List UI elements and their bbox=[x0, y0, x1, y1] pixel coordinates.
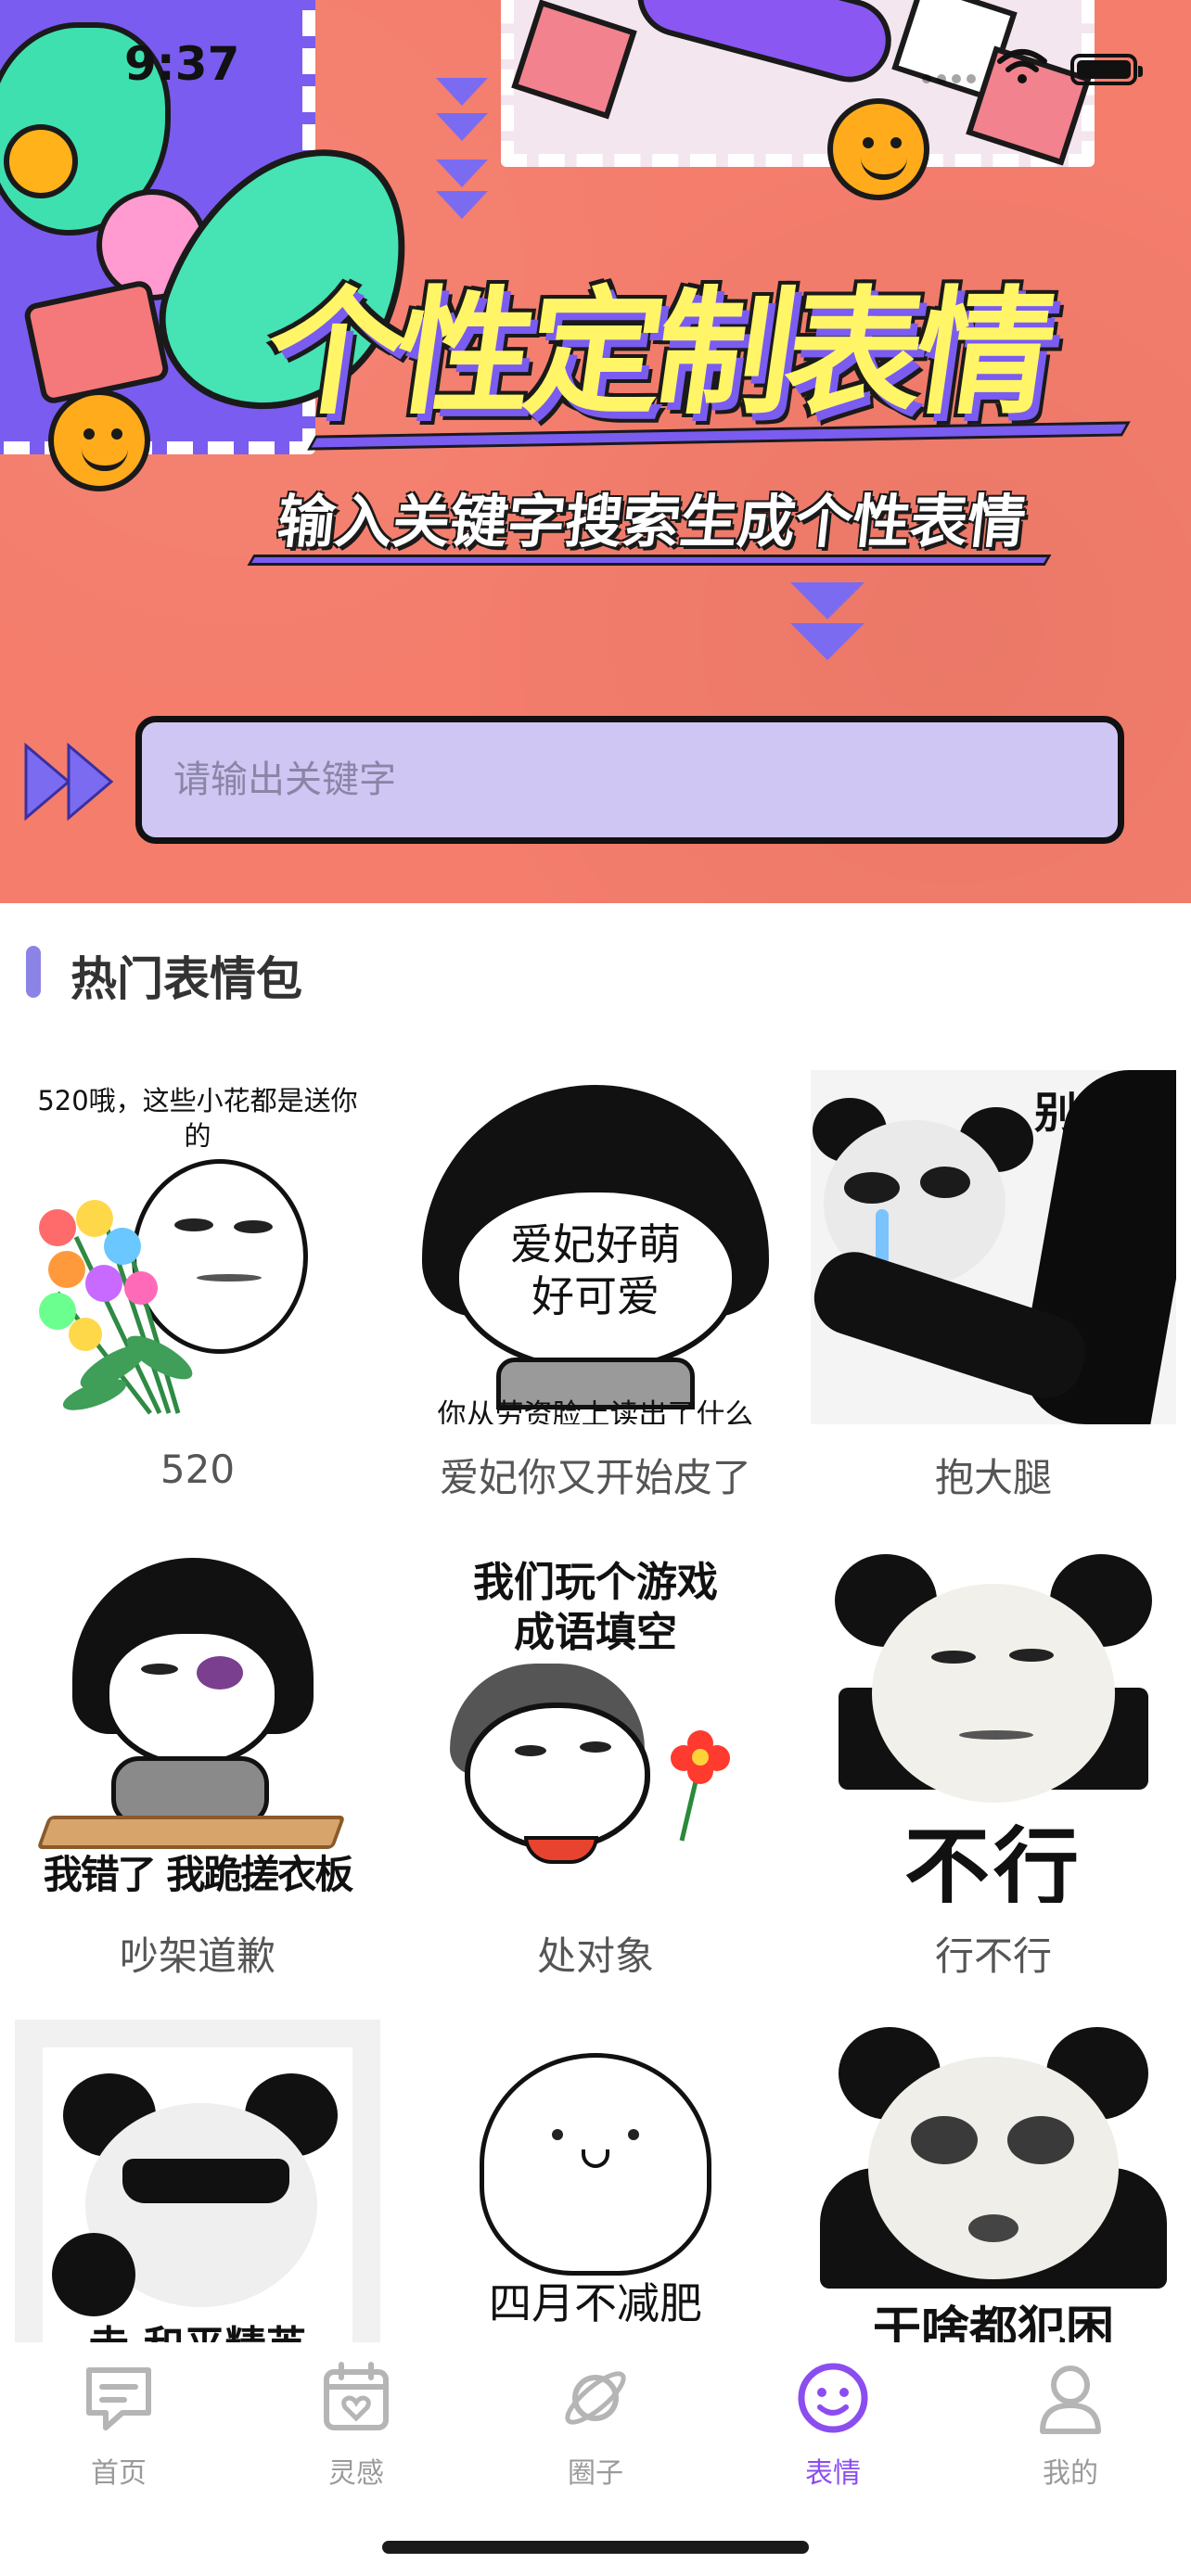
tab-label: 表情 bbox=[805, 2457, 861, 2490]
hero-banner: 个性定制表情 输入关键字搜索生成个性表情 bbox=[0, 0, 1191, 903]
orange-slice-icon bbox=[4, 124, 78, 198]
meme-bottom-text: 我错了 我跪搓衣板 bbox=[43, 1852, 354, 1897]
meme-caption: 抱大腿 bbox=[934, 1455, 1052, 1500]
tab-mine[interactable]: 我的 bbox=[987, 2361, 1154, 2491]
hero-subtitle: 输入关键字搜索生成个性表情 bbox=[274, 488, 1030, 555]
inspiration-card-icon bbox=[324, 2362, 389, 2430]
meme-image[interactable]: 我错了 我跪搓衣板 bbox=[15, 1549, 380, 1903]
arrow-down-icon bbox=[436, 113, 488, 141]
meme-caption: 520 bbox=[160, 1447, 236, 1492]
meme-face bbox=[104, 1628, 280, 1767]
arrow-down-icon bbox=[436, 191, 488, 219]
tab-label: 我的 bbox=[1043, 2457, 1098, 2490]
meme-bottom-text: 不行 bbox=[903, 1818, 1082, 1903]
cellular-signal-icon bbox=[922, 74, 976, 83]
tab-circle[interactable]: 圈子 bbox=[512, 2361, 679, 2491]
meme-caption: 处对象 bbox=[536, 1933, 654, 1979]
chat-bubble-icon bbox=[86, 2367, 151, 2430]
status-icons bbox=[922, 45, 1145, 85]
arrow-down-icon bbox=[436, 78, 488, 106]
hero-title: 个性定制表情 bbox=[256, 274, 1058, 433]
tab-label: 灵感 bbox=[328, 2457, 384, 2490]
status-time: 9:37 bbox=[124, 37, 240, 91]
arrow-down-icon bbox=[436, 159, 488, 187]
illustration-pill bbox=[628, 0, 901, 92]
smiley-face-icon bbox=[798, 2363, 868, 2433]
meme-face bbox=[465, 1702, 650, 1851]
battery-icon bbox=[1070, 54, 1143, 85]
tab-label: 首页 bbox=[91, 2457, 147, 2490]
wifi-icon bbox=[997, 49, 1047, 83]
section-title: 热门表情包 bbox=[70, 952, 302, 1006]
meme-image[interactable]: 520哦，这些小花都是送你的 bbox=[15, 1070, 380, 1424]
home-indicator[interactable] bbox=[382, 2541, 809, 2554]
tab-label: 圈子 bbox=[568, 2457, 623, 2490]
tab-inspiration[interactable]: 灵感 bbox=[273, 2361, 440, 2491]
search-field[interactable] bbox=[135, 716, 1124, 844]
smiley-sticker-icon bbox=[48, 389, 150, 491]
tab-emoji[interactable]: 表情 bbox=[749, 2361, 916, 2491]
meme-top-text: 我们玩个游戏 成语填空 bbox=[473, 1559, 718, 1656]
smiley-sticker-icon bbox=[827, 98, 929, 200]
flower-icon bbox=[671, 1730, 730, 1842]
meme-bottom-text: 干啥都犯困 bbox=[872, 2302, 1114, 2342]
flower-bouquet-icon bbox=[39, 1200, 193, 1415]
decor-stripe bbox=[247, 555, 1052, 566]
user-icon bbox=[1040, 2366, 1101, 2434]
meme-caption: 吵架道歉 bbox=[119, 1933, 275, 1979]
meme-image[interactable]: 我们玩个游戏 成语填空 bbox=[413, 1549, 778, 1903]
meme-center-text: 爱妃好萌 好可爱 bbox=[510, 1219, 681, 1321]
meme-image[interactable]: 别走 bbox=[811, 1070, 1176, 1424]
meme-image[interactable]: 不行 bbox=[811, 1549, 1176, 1903]
meme-caption: 爱妃你又开始皮了 bbox=[439, 1455, 751, 1500]
meme-face bbox=[872, 1584, 1115, 1803]
meme-image[interactable]: 爱妃好萌 好可爱 你从劳资脸上读出了什么 bbox=[413, 1070, 778, 1424]
meme-bottom-text: 四月不减肥 bbox=[489, 2278, 702, 2328]
illustration-block bbox=[22, 278, 171, 406]
meme-bottom-text: 走 和平精英 bbox=[15, 2313, 380, 2342]
meme-face bbox=[868, 2057, 1119, 2279]
arrow-down-icon bbox=[790, 582, 864, 619]
tab-home[interactable]: 首页 bbox=[35, 2361, 202, 2491]
meme-image[interactable]: 走 和平精英 bbox=[15, 2020, 380, 2342]
fast-forward-icon bbox=[24, 742, 114, 822]
meme-image[interactable]: 四月不减肥 bbox=[413, 2020, 778, 2342]
arrow-down-icon bbox=[790, 623, 864, 660]
search-input[interactable] bbox=[142, 722, 1118, 837]
section-accent-bar bbox=[26, 946, 41, 998]
meme-caption: 行不行 bbox=[934, 1933, 1052, 1979]
planet-icon bbox=[565, 2371, 626, 2425]
meme-image[interactable]: 干啥都犯困 bbox=[811, 2020, 1176, 2342]
sunglasses-icon bbox=[122, 2159, 289, 2203]
meme-bottom-text: 你从劳资脸上读出了什么 bbox=[437, 1398, 754, 1424]
meme-top-text: 520哦，这些小花都是送你的 bbox=[37, 1085, 358, 1152]
